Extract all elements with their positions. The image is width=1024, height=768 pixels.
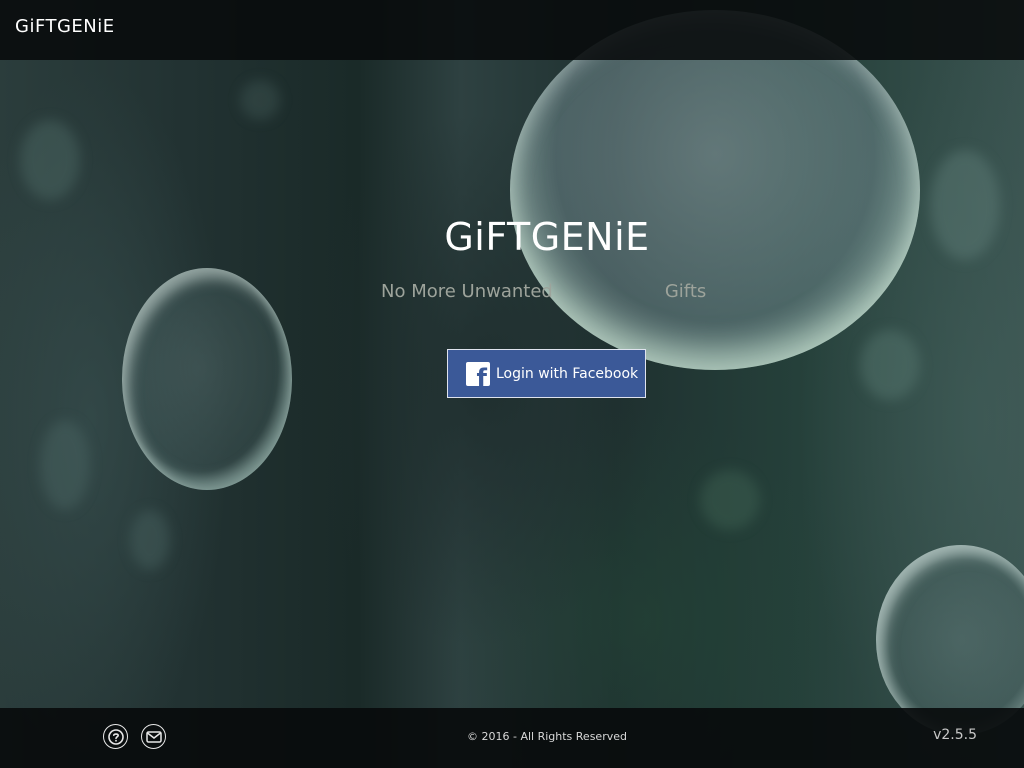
bubble-left [122,268,292,490]
bubble-right [876,545,1024,735]
copyright-text: © 2016 - All Rights Reserved [467,730,627,743]
login-with-facebook-button[interactable]: f Login with Facebook [447,349,646,398]
top-navbar: GiFTGENiE [0,0,1024,60]
brand-logo[interactable]: GiFTGENiE [15,16,115,37]
page: GiFTGENiE GiFTGENiE No More Unwanted Gift… [0,0,1024,768]
hero-title: GiFTGENiE [444,215,650,259]
tagline-left: No More Unwanted [381,281,553,302]
footer: © 2016 - All Rights Reserved v2.5.5 [0,708,1024,768]
bubble-large [510,10,920,370]
version-label: v2.5.5 [933,727,977,743]
login-button-label: Login with Facebook [496,365,639,382]
tagline: No More Unwanted Gifts [381,281,706,302]
facebook-icon: f [466,361,490,390]
tagline-right: Gifts [664,281,707,302]
